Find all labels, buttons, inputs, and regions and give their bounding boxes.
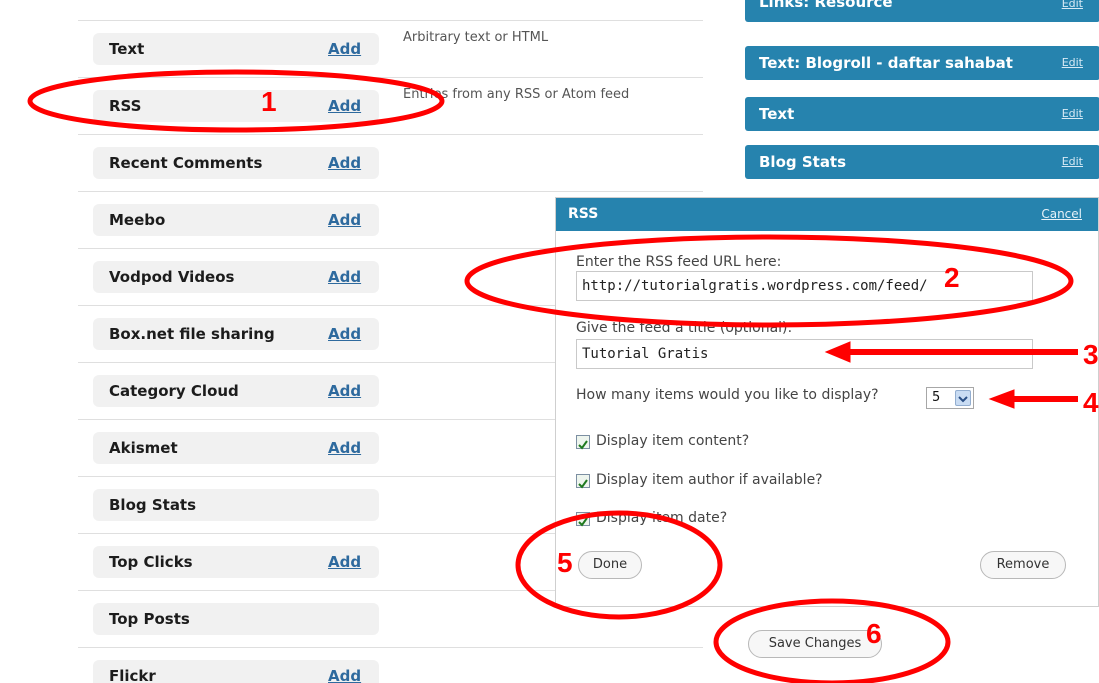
- annotation-number-5: 5: [557, 547, 573, 578]
- annotation-number-6: 6: [866, 618, 882, 649]
- widget-name: Blog Stats: [109, 496, 197, 514]
- rss-panel-header[interactable]: RSS Cancel: [556, 198, 1098, 231]
- widget-pill: Meebo Add: [93, 204, 379, 236]
- feed-title-input[interactable]: Tutorial Gratis: [576, 339, 1033, 369]
- checkmark-icon: [578, 440, 588, 450]
- annotation-number-4: 4: [1083, 387, 1099, 418]
- widget-row-rss: RSS Add Entries from any RSS or Atom fee…: [78, 78, 703, 135]
- widget-pill: Blog Stats: [93, 489, 379, 521]
- add-widget-link[interactable]: Add: [328, 432, 361, 464]
- display-date-checkbox[interactable]: [576, 512, 590, 527]
- widget-row-text: Text Add Arbitrary text or HTML: [78, 21, 703, 78]
- widget-pill: Top Posts: [93, 603, 379, 635]
- widget-description: Arbitrary text or HTML: [403, 30, 549, 45]
- widget-row-flickr: Flickr Add: [78, 648, 703, 683]
- sidebar-widget-title: Text: Blogroll - daftar sahabat: [759, 54, 1013, 72]
- items-count-label: How many items would you like to display…: [576, 387, 879, 403]
- sidebar-widget-title: Text: [759, 105, 795, 123]
- feed-url-input[interactable]: http://tutorialgratis.wordpress.com/feed…: [576, 271, 1033, 301]
- widget-name: Vodpod Videos: [109, 268, 235, 286]
- add-widget-link[interactable]: Add: [328, 90, 361, 122]
- save-changes-button[interactable]: Save Changes: [748, 630, 882, 658]
- sidebar-widget-edit-link[interactable]: Edit: [1062, 97, 1083, 131]
- rss-widget-panel: RSS Cancel Enter the RSS feed URL here: …: [555, 197, 1099, 607]
- feed-title-label: Give the feed a title (optional):: [576, 320, 793, 336]
- remove-button[interactable]: Remove: [980, 551, 1066, 579]
- done-button[interactable]: Done: [578, 551, 642, 579]
- widget-pill: Category Cloud Add: [93, 375, 379, 407]
- annotation-number-1: 1: [261, 86, 277, 117]
- display-author-checkbox[interactable]: [576, 474, 590, 489]
- add-widget-link[interactable]: Add: [328, 318, 361, 350]
- widget-name: Top Posts: [109, 610, 190, 628]
- sidebar-widget-title: Links: Resource: [759, 0, 893, 11]
- widget-name: Text: [109, 40, 145, 58]
- widget-pill: Text Add: [93, 33, 379, 65]
- widget-description: Entries from any RSS or Atom feed: [403, 87, 630, 102]
- sidebar-widget-title: Blog Stats: [759, 153, 847, 171]
- annotation-number-2: 2: [944, 262, 960, 293]
- widget-pill: Flickr Add: [93, 660, 379, 683]
- widget-pill: RSS Add: [93, 90, 379, 122]
- widget-name: Box.net file sharing: [109, 325, 275, 343]
- items-count-value: 5: [932, 390, 941, 405]
- widget-pill: Akismet Add: [93, 432, 379, 464]
- items-count-select[interactable]: 5: [926, 387, 974, 409]
- widget-pill: Top Clicks Add: [93, 546, 379, 578]
- add-widget-link[interactable]: Add: [328, 147, 361, 179]
- sidebar-widget-blogroll[interactable]: Text: Blogroll - daftar sahabat Edit: [745, 46, 1099, 80]
- display-date-label: Display item date?: [596, 510, 728, 526]
- checkmark-icon: [578, 479, 588, 489]
- rss-panel-title: RSS: [568, 206, 599, 222]
- add-widget-link[interactable]: Add: [328, 660, 361, 683]
- chevron-down-icon[interactable]: [955, 390, 971, 406]
- checkmark-icon: [578, 517, 588, 527]
- widget-name: Recent Comments: [109, 154, 263, 172]
- feed-url-label: Enter the RSS feed URL here:: [576, 254, 782, 270]
- sidebar-widget-links-resource[interactable]: Links: Resource Edit: [745, 0, 1099, 22]
- display-content-checkbox[interactable]: [576, 435, 590, 450]
- add-widget-link[interactable]: Add: [328, 204, 361, 236]
- widget-name: RSS: [109, 97, 142, 115]
- display-author-label: Display item author if available?: [596, 472, 823, 488]
- widget-name: Flickr: [109, 667, 156, 683]
- display-content-label: Display item content?: [596, 433, 750, 449]
- sidebar-widget-blog-stats[interactable]: Blog Stats Edit: [745, 145, 1099, 179]
- add-widget-link[interactable]: Add: [328, 375, 361, 407]
- sidebar-widget-text[interactable]: Text Edit: [745, 97, 1099, 131]
- widget-row-recent-comments: Recent Comments Add: [78, 135, 703, 192]
- widgets-admin-screen: Text Add Arbitrary text or HTML RSS Add …: [0, 0, 1099, 683]
- annotation-number-3: 3: [1083, 339, 1099, 370]
- widget-name: Top Clicks: [109, 553, 193, 571]
- widget-pill: Recent Comments Add: [93, 147, 379, 179]
- widget-name: Akismet: [109, 439, 178, 457]
- sidebar-widget-edit-link[interactable]: Edit: [1062, 46, 1083, 80]
- widget-name: Meebo: [109, 211, 166, 229]
- add-widget-link[interactable]: Add: [328, 33, 361, 65]
- cancel-link[interactable]: Cancel: [1041, 198, 1082, 231]
- widget-pill: Box.net file sharing Add: [93, 318, 379, 350]
- sidebar-widget-edit-link[interactable]: Edit: [1062, 145, 1083, 179]
- widget-pill: Vodpod Videos Add: [93, 261, 379, 293]
- add-widget-link[interactable]: Add: [328, 546, 361, 578]
- widget-name: Category Cloud: [109, 382, 239, 400]
- sidebar-widget-edit-link[interactable]: Edit: [1062, 0, 1083, 18]
- add-widget-link[interactable]: Add: [328, 261, 361, 293]
